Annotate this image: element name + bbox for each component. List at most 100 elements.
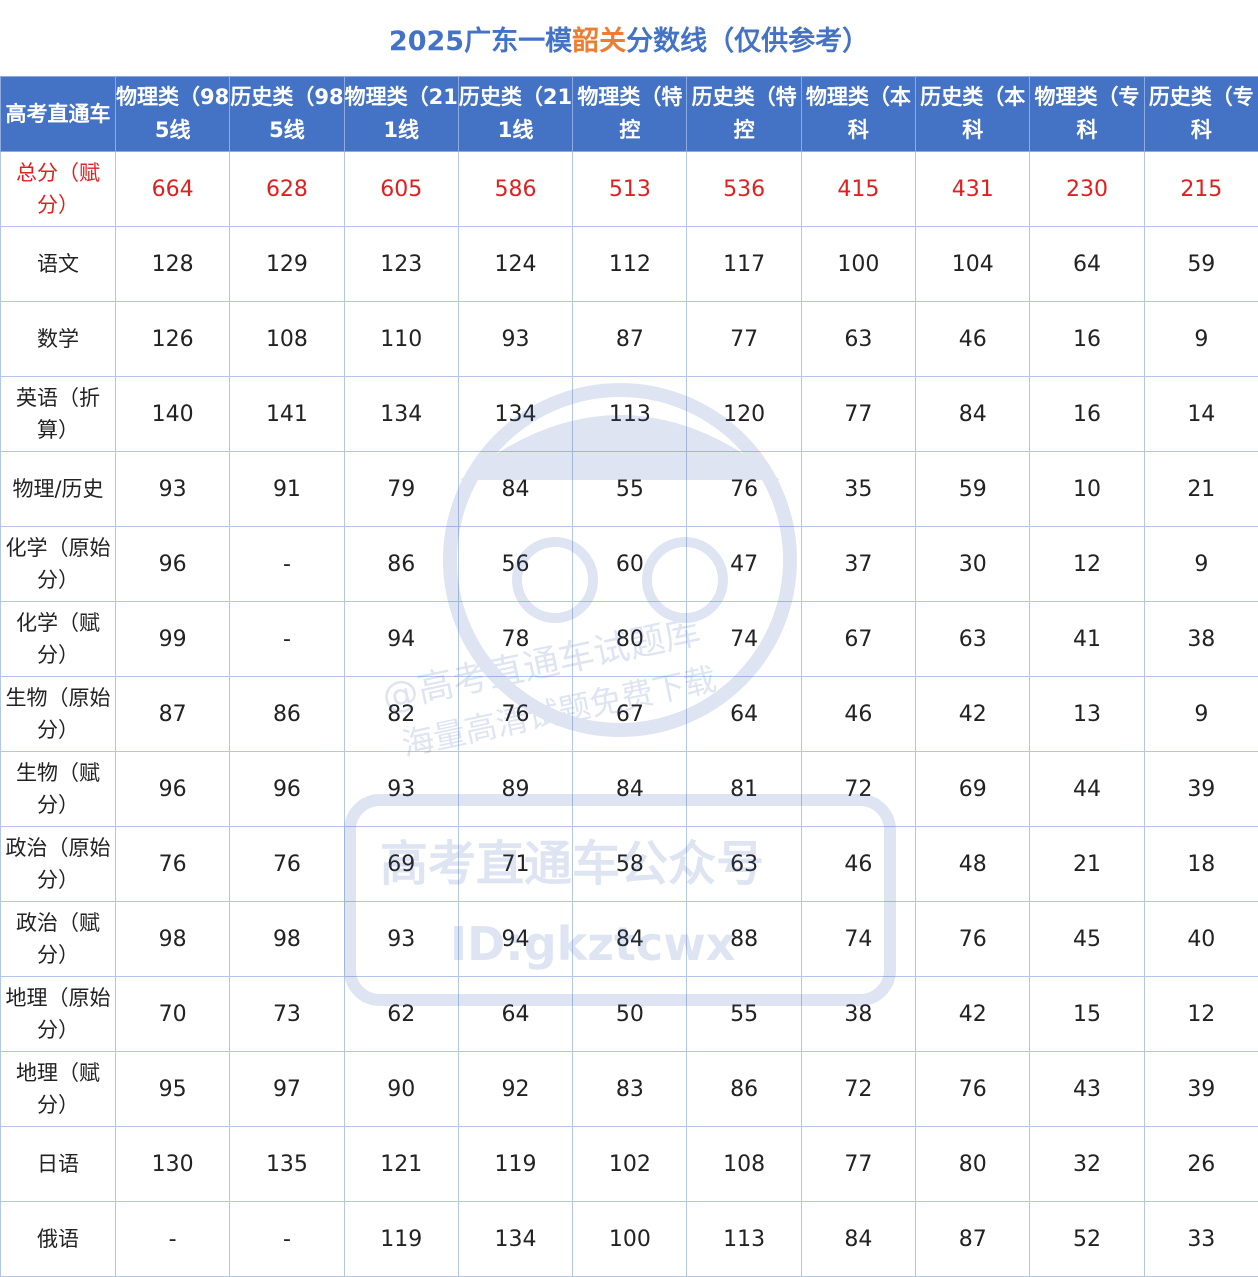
column-header: 历史类（本科 (916, 77, 1030, 152)
score-cell: 93 (344, 902, 458, 977)
score-cell: 48 (916, 827, 1030, 902)
score-cell: 21 (1030, 827, 1144, 902)
score-cell: 108 (230, 302, 344, 377)
score-cell: 76 (687, 452, 801, 527)
table-row: 生物（赋分）96969389848172694439 (1, 752, 1258, 827)
score-cell: 47 (687, 527, 801, 602)
table-row: 语文1281291231241121171001046459 (1, 227, 1258, 302)
score-cell: 46 (801, 677, 915, 752)
score-cell: 10 (1030, 452, 1144, 527)
score-cell: 39 (1144, 1052, 1258, 1127)
header-row: 高考直通车 物理类（985线历史类（985线物理类（211线历史类（211线物理… (1, 77, 1258, 152)
score-cell: 63 (687, 827, 801, 902)
score-cell: 113 (573, 377, 687, 452)
column-header: 物理类（211线 (344, 77, 458, 152)
score-cell: 86 (230, 677, 344, 752)
row-label: 总分（赋分） (1, 152, 116, 227)
column-header: 历史类（专科 (1144, 77, 1258, 152)
score-cell: 95 (116, 1052, 230, 1127)
score-cell: - (230, 602, 344, 677)
score-cell: 108 (687, 1127, 801, 1202)
score-cell: - (230, 1202, 344, 1277)
row-label: 生物（原始分） (1, 677, 116, 752)
score-cell: 70 (116, 977, 230, 1052)
score-cell: 120 (687, 377, 801, 452)
score-cell: 586 (458, 152, 572, 227)
score-cell: 37 (801, 527, 915, 602)
score-cell: 43 (1030, 1052, 1144, 1127)
score-cell: 664 (116, 152, 230, 227)
score-cell: 63 (916, 602, 1030, 677)
score-cell: 215 (1144, 152, 1258, 227)
score-cell: 91 (230, 452, 344, 527)
score-cell: 62 (344, 977, 458, 1052)
score-cell: 44 (1030, 752, 1144, 827)
score-cell: 96 (116, 527, 230, 602)
table-row: 地理（赋分）95979092838672764339 (1, 1052, 1258, 1127)
table-row: 生物（原始分）8786827667644642139 (1, 677, 1258, 752)
score-cell: 536 (687, 152, 801, 227)
score-cell: 13 (1030, 677, 1144, 752)
score-cell: 74 (687, 602, 801, 677)
column-header: 历史类（特控 (687, 77, 801, 152)
table-row: 俄语--11913410011384875233 (1, 1202, 1258, 1277)
table-body: 总分（赋分）664628605586513536415431230215语文12… (1, 152, 1258, 1277)
score-cell: 69 (916, 752, 1030, 827)
table-row: 总分（赋分）664628605586513536415431230215 (1, 152, 1258, 227)
score-cell: 63 (801, 302, 915, 377)
score-cell: 80 (916, 1127, 1030, 1202)
score-cell: 78 (458, 602, 572, 677)
score-cell: 605 (344, 152, 458, 227)
score-cell: 140 (116, 377, 230, 452)
row-label: 英语（折算） (1, 377, 116, 452)
score-cell: 67 (573, 677, 687, 752)
row-label: 数学 (1, 302, 116, 377)
score-cell: 74 (801, 902, 915, 977)
score-cell: 46 (801, 827, 915, 902)
table-row: 化学（赋分）99-9478807467634138 (1, 602, 1258, 677)
score-cell: 80 (573, 602, 687, 677)
score-cell: 16 (1030, 302, 1144, 377)
score-cell: 76 (916, 1052, 1030, 1127)
score-cell: 86 (687, 1052, 801, 1127)
score-cell: 102 (573, 1127, 687, 1202)
row-label: 日语 (1, 1127, 116, 1202)
row-label: 生物（赋分） (1, 752, 116, 827)
score-cell: 134 (344, 377, 458, 452)
score-cell: 33 (1144, 1202, 1258, 1277)
score-cell: 18 (1144, 827, 1258, 902)
column-header: 历史类（211线 (458, 77, 572, 152)
score-cell: 415 (801, 152, 915, 227)
score-cell: 100 (801, 227, 915, 302)
score-cell: 77 (801, 377, 915, 452)
score-cell: 39 (1144, 752, 1258, 827)
score-cell: 41 (1030, 602, 1144, 677)
score-cell: 64 (1030, 227, 1144, 302)
score-cell: 126 (116, 302, 230, 377)
row-label: 政治（赋分） (1, 902, 116, 977)
score-cell: 58 (573, 827, 687, 902)
table-row: 物理/历史93917984557635591021 (1, 452, 1258, 527)
score-cell: 124 (458, 227, 572, 302)
table-row: 数学1261081109387776346169 (1, 302, 1258, 377)
score-cell: 40 (1144, 902, 1258, 977)
score-cell: 21 (1144, 452, 1258, 527)
score-cell: 26 (1144, 1127, 1258, 1202)
page-title: 2025广东一模韶关分数线（仅供参考） (0, 0, 1258, 76)
score-cell: 121 (344, 1127, 458, 1202)
score-cell: 87 (916, 1202, 1030, 1277)
table-row: 英语（折算）14014113413411312077841614 (1, 377, 1258, 452)
score-cell: 141 (230, 377, 344, 452)
score-cell: 45 (1030, 902, 1144, 977)
score-cell: 84 (573, 902, 687, 977)
score-cell: 14 (1144, 377, 1258, 452)
row-label: 物理/历史 (1, 452, 116, 527)
column-header: 物理类（985线 (116, 77, 230, 152)
score-cell: 71 (458, 827, 572, 902)
row-label: 语文 (1, 227, 116, 302)
score-cell: 90 (344, 1052, 458, 1127)
row-label: 化学（原始分） (1, 527, 116, 602)
score-cell: 129 (230, 227, 344, 302)
score-cell: 52 (1030, 1202, 1144, 1277)
score-cell: 134 (458, 1202, 572, 1277)
